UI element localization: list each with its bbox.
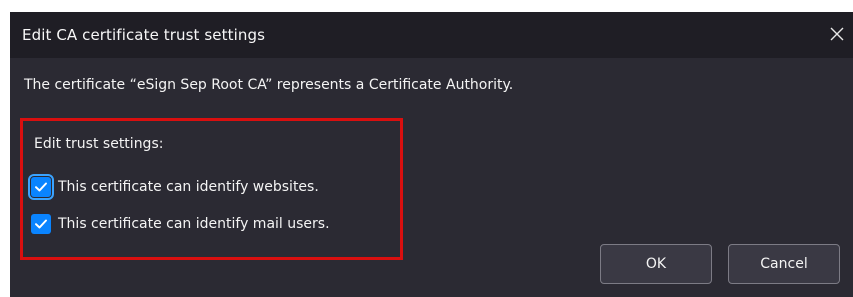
page-background: Edit CA certificate trust settings The c… (0, 0, 853, 297)
identify-mail-users-label: This certificate can identify mail users… (58, 216, 330, 232)
identify-mail-users-option[interactable]: This certificate can identify mail users… (27, 211, 330, 237)
trust-settings-group: Edit trust settings: This certificate ca… (20, 118, 403, 260)
certificate-description: The certificate “eSign Sep Root CA” repr… (24, 77, 514, 93)
dialog-title-bar: Edit CA certificate trust settings (10, 12, 853, 58)
identify-mail-users-checkbox[interactable] (31, 214, 51, 234)
close-icon (830, 27, 844, 41)
identify-websites-option[interactable]: This certificate can identify websites. (27, 174, 319, 200)
dialog-title: Edit CA certificate trust settings (22, 26, 266, 44)
checkmark-icon (35, 182, 47, 192)
checkmark-icon (35, 219, 47, 229)
close-button[interactable] (821, 16, 853, 52)
ok-button[interactable]: OK (600, 244, 712, 284)
identify-websites-label: This certificate can identify websites. (58, 179, 319, 195)
cancel-button[interactable]: Cancel (728, 244, 840, 284)
identify-websites-checkbox[interactable] (28, 174, 54, 200)
trust-settings-dialog: Edit CA certificate trust settings The c… (10, 12, 853, 297)
trust-settings-label: Edit trust settings: (34, 136, 164, 152)
